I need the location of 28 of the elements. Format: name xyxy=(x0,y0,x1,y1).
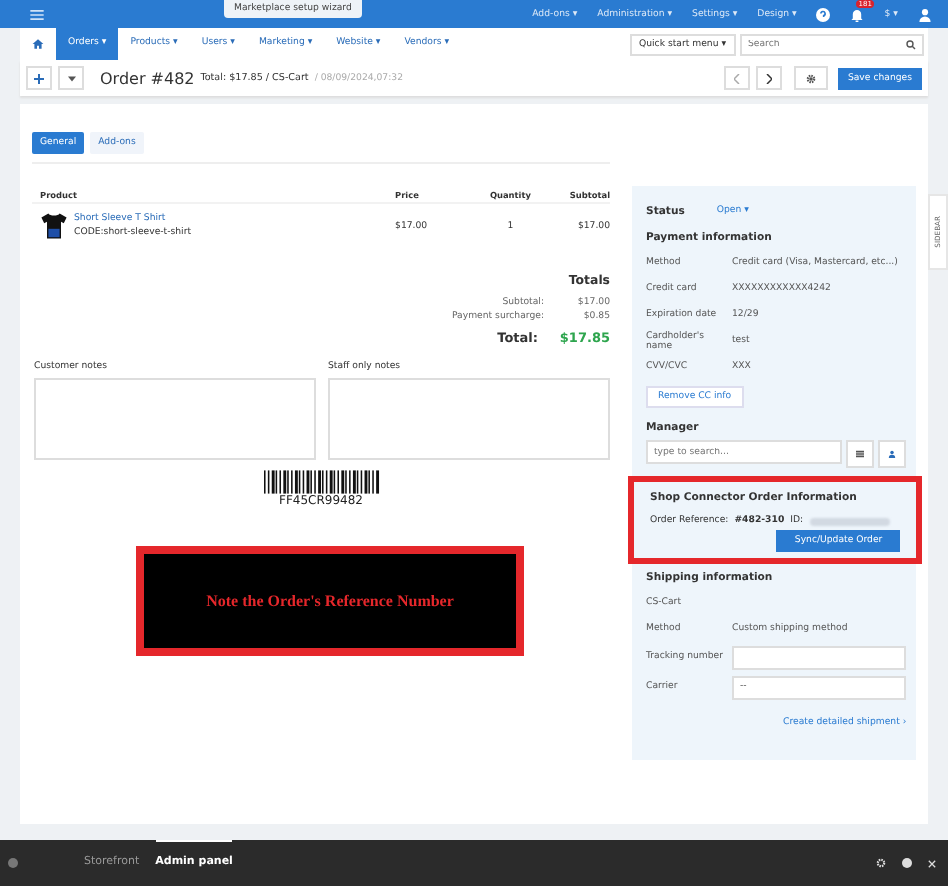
help-icon[interactable] xyxy=(902,858,912,868)
dropdown-button[interactable] xyxy=(58,66,84,90)
barcode xyxy=(263,470,379,494)
menu-icon[interactable] xyxy=(30,9,44,19)
notes-field[interactable] xyxy=(328,378,610,460)
home-icon[interactable] xyxy=(32,38,44,50)
next-button[interactable] xyxy=(755,66,782,90)
list-icon xyxy=(856,450,865,458)
status-dot xyxy=(8,858,18,868)
list-button[interactable] xyxy=(846,440,875,468)
user-icon[interactable] xyxy=(918,7,932,21)
annotation-banner: Note the Order's Reference Number xyxy=(136,546,524,656)
add-button[interactable] xyxy=(26,66,52,90)
page-title: Order #482 xyxy=(100,69,195,87)
user-button[interactable] xyxy=(878,440,907,468)
chevron-left-icon xyxy=(733,73,740,83)
chevron-right-icon xyxy=(765,73,772,83)
tracking-field[interactable] xyxy=(732,645,907,669)
plus-icon xyxy=(34,73,44,83)
settings-button[interactable] xyxy=(793,66,828,90)
user-icon xyxy=(888,450,897,458)
gear-icon xyxy=(805,73,816,83)
close-icon[interactable] xyxy=(928,859,936,867)
notes-field[interactable] xyxy=(34,378,316,460)
tshirt-icon xyxy=(40,212,68,240)
gear-icon[interactable] xyxy=(876,858,886,868)
bell-icon[interactable] xyxy=(850,7,865,21)
caret-icon xyxy=(67,75,75,81)
